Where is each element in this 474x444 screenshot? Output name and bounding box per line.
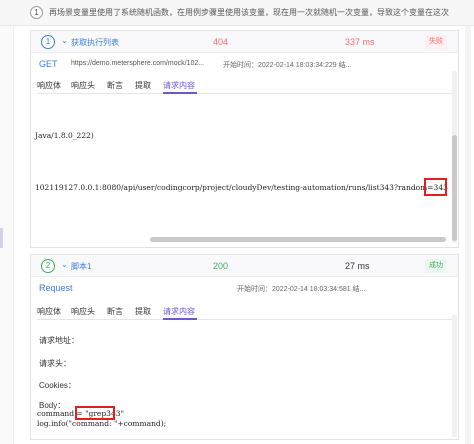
horizontal-scrollbar-1[interactable] (150, 237, 446, 242)
request-content-line-1: Java/1.8.0_222) (35, 131, 94, 140)
cookies-label: Cookies： (39, 381, 76, 390)
step-name-1[interactable]: 获取执行列表 (71, 37, 119, 48)
active-tab-indicator (163, 318, 197, 320)
start-time-1: 开始时间：2022-02-14 18:03:34:229 结... (223, 62, 352, 69)
outer-scrollbar[interactable] (465, 26, 471, 444)
left-rail-marker (0, 228, 3, 248)
body-code-line-2: log.info("command: "+command); (37, 419, 167, 428)
scenario-note-banner: 1 再场景变量里使用了系统随机函数，在用例步骤里使用该变量，现在用一次就随机一次… (0, 0, 474, 26)
highlight-command-value (75, 406, 115, 420)
status-badge-2: 成功 (425, 259, 447, 273)
status-code-2: 200 (213, 261, 229, 271)
step-panel-2: 2 ⌄ 脚本1 200 27 ms 成功 Request 开始时间：2022-0… (30, 254, 459, 440)
start-time-2: 开始时间：2022-02-14 18:03:34:581 结... (237, 286, 366, 293)
chevron-down-icon[interactable]: ⌄ (61, 36, 68, 45)
duration-2: 27 ms (345, 261, 370, 271)
banner-note: 再场景变量里使用了系统随机函数，在用例步骤里使用该变量，现在用一次就随机一次变量… (49, 8, 449, 17)
request-method-1: GET (39, 59, 58, 69)
vertical-scrollbar-track-2[interactable] (452, 315, 457, 437)
vertical-scrollbar-thumb-1[interactable] (452, 135, 457, 241)
step-index-2: 2 (41, 259, 55, 273)
tab-bar-2: 响应体 响应头 断言 提取 请求内容 (37, 304, 454, 320)
step-panel-1: 1 ⌄ 获取执行列表 404 337 ms 失败 GET https://dem… (30, 30, 459, 248)
duration-1: 337 ms (345, 37, 375, 47)
tab-extract[interactable]: 提取 (135, 80, 151, 91)
tab-assertion[interactable]: 断言 (107, 306, 123, 317)
tab-response-header[interactable]: 响应头 (71, 80, 95, 91)
request-method-2: Request (39, 283, 73, 293)
tab-bar-1: 响应体 响应头 断言 提取 请求内容 (37, 78, 454, 94)
highlight-random-value (424, 178, 447, 196)
tab-extract[interactable]: 提取 (135, 306, 151, 317)
tab-response-body[interactable]: 响应体 (37, 80, 61, 91)
chevron-down-icon[interactable]: ⌄ (61, 260, 68, 269)
step-name-2[interactable]: 脚本1 (71, 261, 91, 272)
status-badge-1: 失败 (425, 35, 447, 49)
step-index-1: 1 (41, 35, 55, 49)
banner-number: 1 (30, 6, 43, 19)
status-code-1: 404 (213, 37, 229, 47)
tab-response-header[interactable]: 响应头 (71, 306, 95, 317)
tab-request-content[interactable]: 请求内容 (163, 80, 195, 91)
request-header-label: 请求头： (39, 359, 71, 368)
tab-response-body[interactable]: 响应体 (37, 306, 61, 317)
request-content-line-2: 102119127.0.0.1:8080/api/user/codingcorp… (35, 183, 448, 192)
request-url-1: https://demo.metersphere.com/mock/102... (71, 60, 205, 67)
tab-assertion[interactable]: 断言 (107, 80, 123, 91)
tab-request-content[interactable]: 请求内容 (163, 306, 195, 317)
step-header-2[interactable]: 2 ⌄ 脚本1 200 27 ms 成功 (31, 255, 458, 277)
request-address-label: 请求地址： (39, 336, 79, 345)
step-header-1[interactable]: 1 ⌄ 获取执行列表 404 337 ms 失败 (31, 31, 458, 53)
active-tab-indicator (163, 92, 197, 94)
